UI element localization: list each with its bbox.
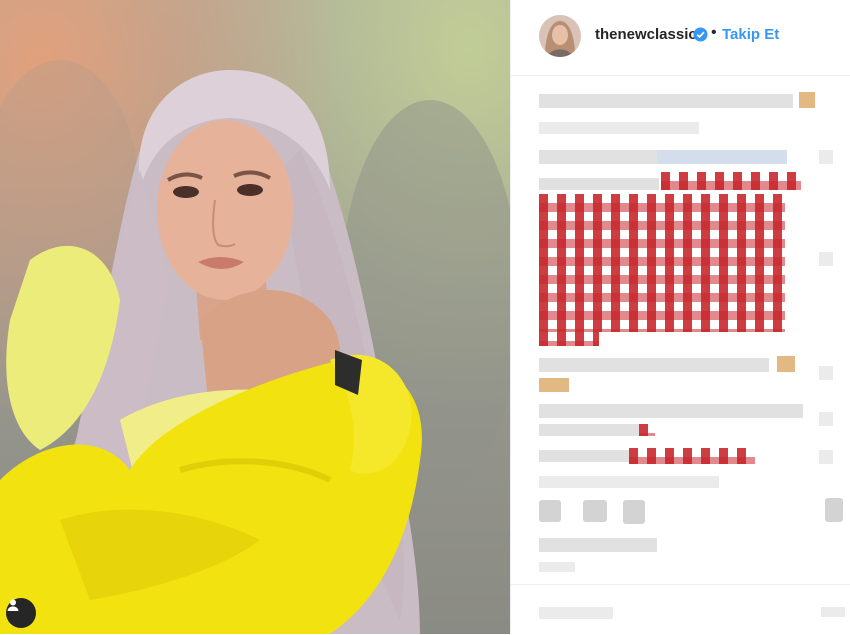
comment-icon[interactable] [583, 500, 607, 522]
verified-badge-icon [693, 27, 708, 42]
post-photo[interactable] [0, 0, 510, 634]
bookmark-icon[interactable] [825, 498, 843, 522]
censored-emoji-block [539, 194, 785, 332]
separator-dot: • [711, 24, 717, 41]
user-tag-icon[interactable] [6, 598, 36, 628]
censored-emoji-block [539, 332, 599, 346]
avatar[interactable] [539, 15, 581, 57]
heart-icon[interactable] [539, 500, 561, 522]
post-details-panel: thenewclassic • Takip Et [510, 0, 850, 634]
portrait-illustration [0, 60, 510, 634]
post-timestamp [539, 562, 575, 572]
post-comment-button[interactable] [821, 607, 845, 617]
follow-button[interactable]: Takip Et [722, 26, 779, 43]
comment-input[interactable] [539, 607, 613, 619]
censored-emoji-block [661, 172, 801, 190]
censored-emoji-block [629, 448, 755, 464]
share-icon[interactable] [623, 500, 645, 524]
comment-input-bar [511, 584, 850, 635]
likes-count [539, 538, 657, 552]
username-link[interactable]: thenewclassic [595, 26, 697, 43]
post-header: thenewclassic • Takip Et [511, 0, 850, 76]
